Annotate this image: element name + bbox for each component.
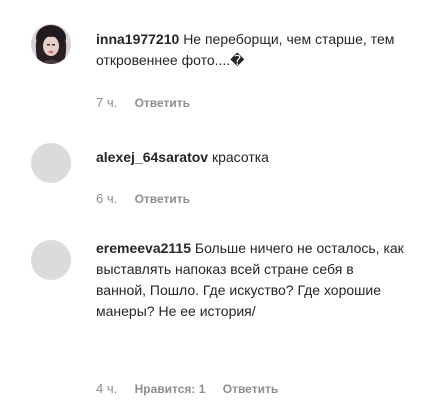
comment-text: красотка: [211, 149, 269, 165]
comment-text-block: inna1977210 Не переборщи, чем старше, те…: [96, 29, 416, 71]
comment-text-block: alexej_64saratov красотка: [96, 147, 416, 168]
comment-time[interactable]: 6 ч.: [96, 191, 117, 206]
comment-time[interactable]: 7 ч.: [96, 95, 117, 110]
reply-button[interactable]: Ответить: [135, 96, 190, 110]
reply-button[interactable]: Ответить: [223, 382, 278, 396]
comment-list: inna1977210 Не переборщи, чем старше, те…: [0, 0, 439, 404]
comment-meta: 6 ч. Ответить: [96, 191, 190, 206]
comment-time[interactable]: 4 ч.: [96, 381, 117, 396]
default-avatar-icon: [31, 143, 71, 183]
likes-count-button[interactable]: Нравится: 1: [135, 382, 206, 396]
comment-meta: 4 ч. Нравится: 1 Ответить: [96, 381, 278, 396]
comment-text-block: eremeeva2115 Больше ничего не осталось, …: [96, 238, 406, 322]
reply-button[interactable]: Ответить: [135, 192, 190, 206]
avatar[interactable]: [31, 24, 71, 64]
comment-username[interactable]: inna1977210: [96, 31, 179, 47]
avatar[interactable]: [31, 240, 71, 280]
avatar[interactable]: [31, 143, 71, 183]
user-photo-avatar-icon: [31, 24, 71, 64]
comment-username[interactable]: alexej_64saratov: [96, 149, 208, 165]
comment-meta: 7 ч. Ответить: [96, 95, 190, 110]
default-avatar-icon: [31, 240, 71, 280]
comment-username[interactable]: eremeeva2115: [96, 240, 191, 256]
